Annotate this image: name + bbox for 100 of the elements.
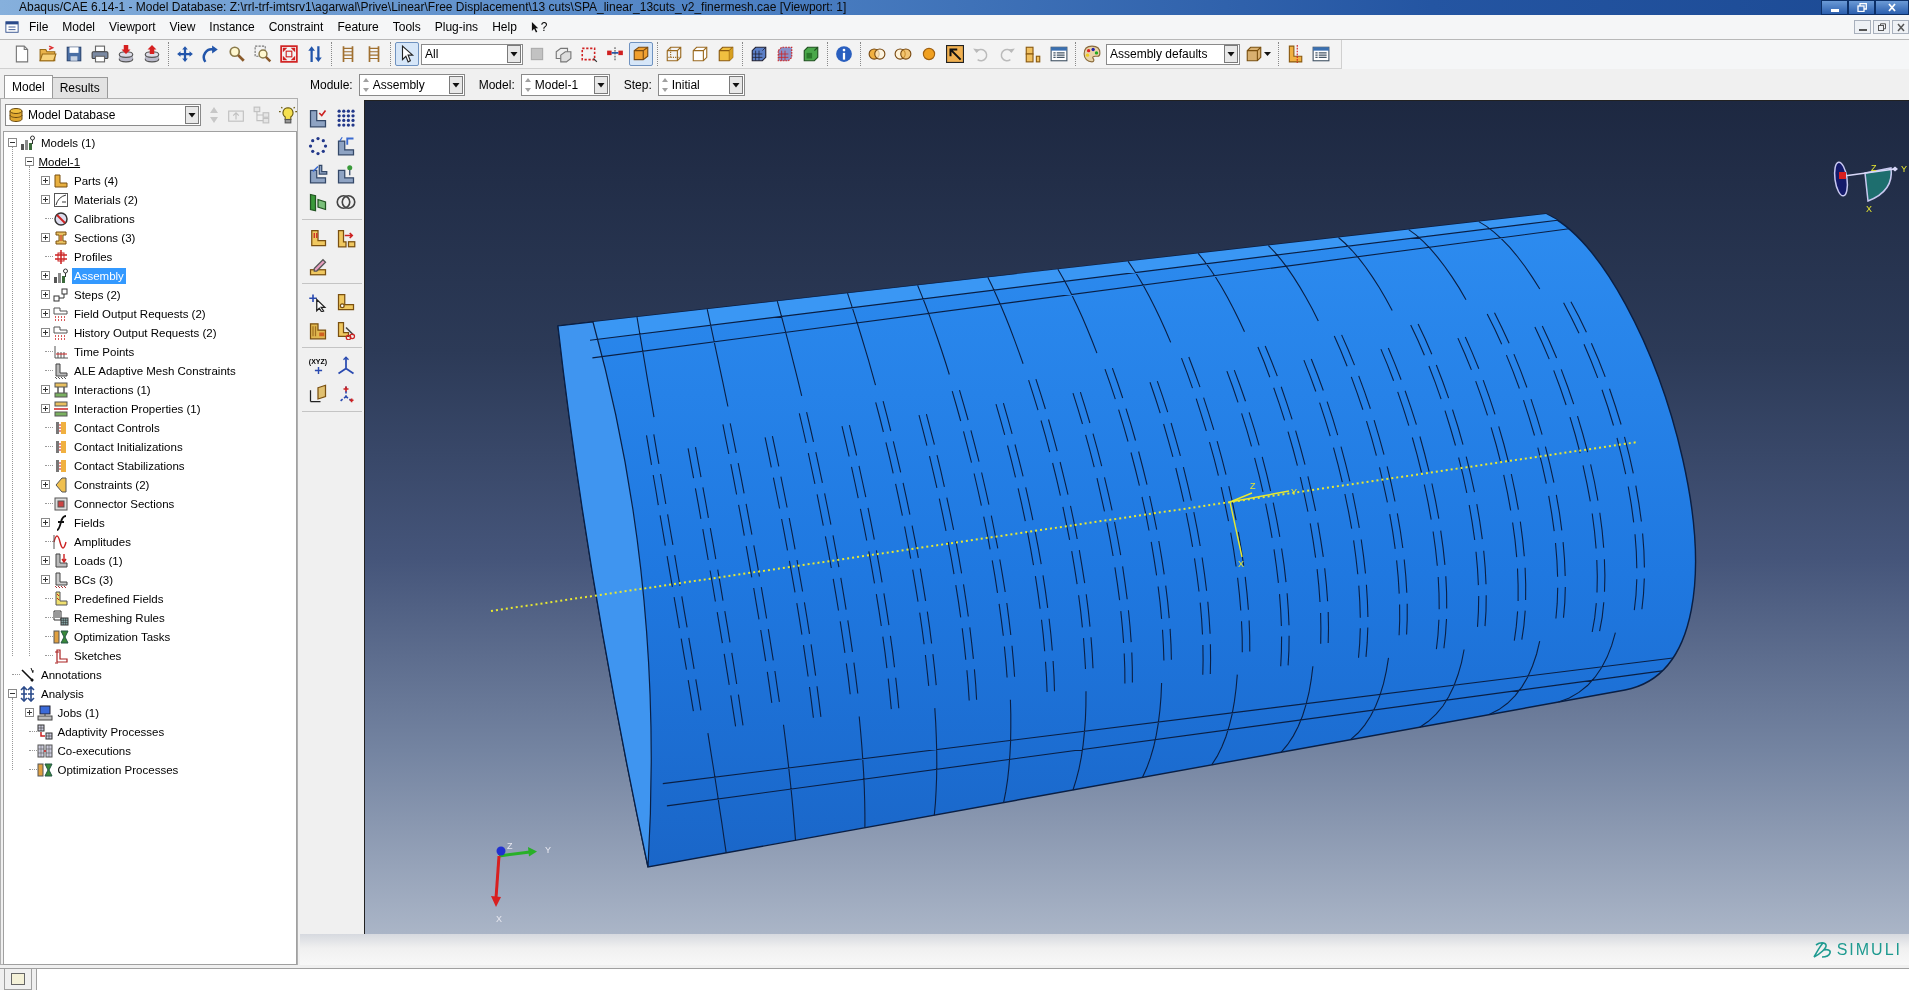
app-menu-icon[interactable] xyxy=(5,20,19,34)
tree-item[interactable]: Jobs (1) xyxy=(55,704,102,721)
plus-box-icon[interactable] xyxy=(41,328,50,337)
toolbar-button[interactable] xyxy=(395,42,419,66)
tree-item[interactable]: Connector Sections xyxy=(72,495,177,512)
tree-item[interactable]: Contact Controls xyxy=(72,419,162,436)
plus-box-icon[interactable] xyxy=(41,290,50,299)
tree-item[interactable]: Constraints (2) xyxy=(72,476,152,493)
slashed-circle-icon xyxy=(53,210,69,227)
tree-item[interactable]: Models (1) xyxy=(39,134,98,151)
menu-item[interactable]: Tools xyxy=(385,15,428,39)
l-shape-icon xyxy=(308,228,328,248)
mesh-cube-icon xyxy=(750,45,768,63)
model-database-dropdown[interactable]: Model Database xyxy=(5,104,201,126)
tree-item[interactable]: Annotations xyxy=(39,666,104,683)
tree-item[interactable]: Contact Initializations xyxy=(72,438,185,455)
tree-item[interactable]: Predefined Fields xyxy=(72,590,166,607)
stacked-blocks-icon xyxy=(1024,45,1042,63)
plus-box-icon[interactable] xyxy=(41,518,50,527)
tree-item[interactable]: Time Points xyxy=(72,343,137,360)
tree-item[interactable]: Sketches xyxy=(72,647,124,664)
step-dropdown[interactable]: Initial xyxy=(657,73,745,96)
paint-palette-icon xyxy=(1083,45,1101,63)
tree-item[interactable]: Contact Stabilizations xyxy=(72,457,187,474)
node-chain-icon xyxy=(606,45,624,63)
tree-item[interactable]: Optimization Processes xyxy=(55,761,181,778)
plus-box-icon[interactable] xyxy=(41,195,50,204)
dotted-circle-icon xyxy=(308,136,328,156)
menu-item[interactable]: Viewport xyxy=(102,15,163,39)
plus-box-icon[interactable] xyxy=(41,575,50,584)
toolbar-button[interactable] xyxy=(943,42,967,66)
tree-item[interactable]: Loads (1) xyxy=(72,552,125,569)
minimize-button[interactable] xyxy=(1854,20,1871,34)
tree-item[interactable]: ALE Adaptive Mesh Constraints xyxy=(72,362,238,379)
plus-box-icon[interactable] xyxy=(41,309,50,318)
plus-box-icon[interactable] xyxy=(41,176,50,185)
tree-item[interactable]: Interactions (1) xyxy=(72,381,153,398)
close-button[interactable] xyxy=(1892,20,1909,34)
menu-item[interactable]: Help xyxy=(485,15,524,39)
restore-button[interactable] xyxy=(1873,20,1890,34)
tree-item[interactable]: Sections (3) xyxy=(72,229,138,246)
tree-item[interactable]: Adaptivity Processes xyxy=(55,723,167,740)
plus-box-icon[interactable] xyxy=(41,271,50,280)
dotted-chart-icon xyxy=(53,324,69,341)
menu-item[interactable]: Constraint xyxy=(261,15,331,39)
plus-box-icon[interactable] xyxy=(41,233,50,242)
plus-box-icon[interactable] xyxy=(41,385,50,394)
tree-item[interactable]: Parts (4) xyxy=(72,172,121,189)
menu-item[interactable]: View xyxy=(162,15,203,39)
menu-item[interactable]: Instance xyxy=(202,15,262,39)
toolbar-button[interactable] xyxy=(88,42,112,66)
field-label: Model: xyxy=(478,77,515,92)
minimize-button[interactable] xyxy=(1821,0,1848,15)
fit-view-icon xyxy=(280,45,298,63)
computer-icon xyxy=(36,704,53,721)
menu-item[interactable]: Model xyxy=(55,15,103,39)
message-toggle-button[interactable] xyxy=(4,969,32,990)
tree-tool-button[interactable] xyxy=(279,104,297,126)
tab[interactable]: Model xyxy=(4,75,53,98)
tree-item[interactable]: Calibrations xyxy=(72,210,137,227)
plus-box-icon[interactable] xyxy=(41,480,50,489)
tree-item[interactable]: Interaction Properties (1) xyxy=(72,400,203,417)
tree-item[interactable]: Optimization Tasks xyxy=(72,628,173,645)
plus-box-icon[interactable] xyxy=(24,708,34,717)
defaults-dropdown[interactable]: Assembly defaults xyxy=(1106,43,1240,65)
tree-item[interactable]: Analysis xyxy=(39,685,86,702)
tree-item[interactable]: Field Output Requests (2) xyxy=(72,305,208,322)
tree-item[interactable]: Model-1 xyxy=(36,153,83,170)
tree-item[interactable]: Remeshing Rules xyxy=(72,609,167,626)
minus-box-icon[interactable] xyxy=(8,138,17,147)
tree-item[interactable]: Amplitudes xyxy=(72,533,133,550)
plus-box-icon[interactable] xyxy=(41,556,50,565)
menu-item[interactable]: File xyxy=(22,15,56,39)
minimize-icon xyxy=(1830,8,1839,12)
l-shape-icon xyxy=(336,292,356,312)
plus-box-icon[interactable] xyxy=(41,404,50,413)
filter-dropdown[interactable]: All xyxy=(421,43,523,65)
close-button[interactable] xyxy=(1875,0,1909,15)
menu-item[interactable]: Feature xyxy=(330,15,386,39)
eraser-icon xyxy=(308,256,328,276)
redo-icon xyxy=(998,45,1016,63)
menu-item[interactable]: Plug-ins xyxy=(427,15,486,39)
tree-item[interactable]: BCs (3) xyxy=(72,571,115,588)
tab[interactable]: Results xyxy=(51,77,108,98)
view-manipulator-icon xyxy=(1833,161,1898,202)
tree-item[interactable]: Materials (2) xyxy=(72,191,140,208)
minus-box-icon[interactable] xyxy=(24,157,34,166)
model-dropdown[interactable]: Model-1 xyxy=(520,73,610,96)
module-dropdown[interactable]: Assembly xyxy=(358,73,465,96)
tree-item[interactable]: Profiles xyxy=(72,248,115,265)
tree-item[interactable]: Fields xyxy=(72,514,107,531)
tree-item[interactable]: History Output Requests (2) xyxy=(72,324,219,341)
panels-icon xyxy=(308,192,328,212)
context-help-button[interactable]: ? xyxy=(523,15,555,39)
tree-item[interactable]: Steps (2) xyxy=(72,286,123,303)
restore-button[interactable] xyxy=(1848,0,1875,15)
tree-item[interactable]: Co-executions xyxy=(55,742,133,759)
minus-box-icon[interactable] xyxy=(8,689,17,698)
curve-graph-icon xyxy=(53,191,69,208)
cylinder-arrow-up-icon xyxy=(143,45,161,63)
